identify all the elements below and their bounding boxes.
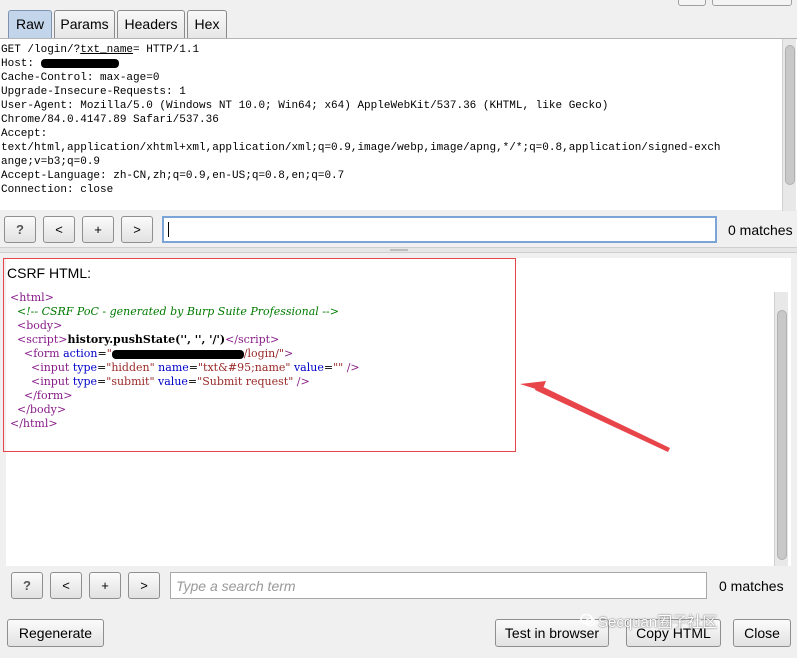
close-button[interactable]: Close: [733, 619, 791, 647]
search-placeholder: Type a search term: [176, 578, 296, 594]
next-match-button[interactable]: >: [128, 572, 160, 599]
add-search-button[interactable]: +: [89, 572, 121, 599]
wechat-icon: [580, 613, 596, 627]
previous-match-button[interactable]: <: [50, 572, 82, 599]
help-button[interactable]: ?: [11, 572, 43, 599]
watermark: Secquan圈子社区: [598, 614, 718, 631]
arrow-annotation: [520, 381, 670, 452]
search-input[interactable]: Type a search term: [170, 572, 707, 599]
regenerate-button[interactable]: Regenerate: [7, 619, 104, 647]
arrow-shaft: [535, 384, 670, 452]
match-count: 0 matches: [719, 578, 784, 594]
